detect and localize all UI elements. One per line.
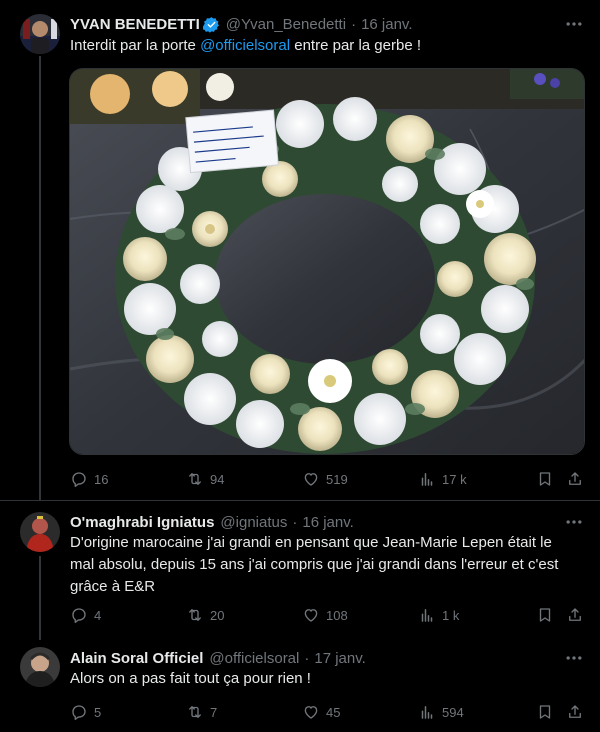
reply-count: 4 bbox=[94, 607, 102, 623]
tweet-reply[interactable]: O'maghrabi Igniatus @igniatus · 16 janv.… bbox=[0, 500, 600, 640]
tweet-main[interactable]: YVAN BENEDETTI @Yvan_Benedetti · 16 janv… bbox=[0, 0, 600, 500]
tweet-actions: 5 7 45 594 bbox=[70, 702, 590, 722]
views-count: 17 k bbox=[442, 471, 467, 487]
more-icon[interactable] bbox=[564, 14, 584, 34]
like-count: 45 bbox=[326, 704, 341, 720]
repost-icon bbox=[186, 703, 204, 721]
avatar[interactable] bbox=[20, 512, 60, 552]
wreath-card bbox=[185, 109, 279, 174]
tweet-header: O'maghrabi Igniatus @igniatus · 16 janv. bbox=[70, 512, 354, 532]
tweet-date[interactable]: 16 janv. bbox=[302, 514, 353, 531]
share-icon bbox=[566, 606, 584, 624]
author-name[interactable]: O'maghrabi Igniatus bbox=[70, 514, 214, 531]
author-name[interactable]: Alain Soral Officiel bbox=[70, 650, 203, 667]
like-count: 108 bbox=[326, 607, 348, 623]
separator-dot: · bbox=[304, 649, 310, 667]
bookmark-button[interactable] bbox=[536, 469, 554, 489]
reply-count: 5 bbox=[94, 704, 102, 720]
reply-icon bbox=[70, 703, 88, 721]
separator-dot: · bbox=[292, 513, 298, 531]
tweet-date[interactable]: 16 janv. bbox=[361, 16, 412, 33]
tweet-photo[interactable] bbox=[69, 68, 585, 455]
reply-button[interactable]: 16 bbox=[70, 469, 108, 489]
wreath-photo bbox=[70, 69, 584, 454]
views-icon bbox=[418, 606, 436, 624]
repost-icon bbox=[186, 470, 204, 488]
reply-button[interactable]: 5 bbox=[70, 702, 101, 722]
verified-icon bbox=[202, 16, 219, 33]
repost-button[interactable]: 20 bbox=[186, 605, 224, 625]
tweet-text: Interdit par la porte @officielsoral ent… bbox=[70, 35, 575, 57]
share-button[interactable] bbox=[566, 702, 584, 722]
avatar[interactable] bbox=[20, 647, 60, 687]
thread-connector-line bbox=[39, 56, 41, 500]
like-icon bbox=[302, 703, 320, 721]
tweet-text: D'origine marocaine j'ai grandi en pensa… bbox=[70, 534, 559, 595]
repost-button[interactable]: 94 bbox=[186, 469, 224, 489]
bookmark-icon bbox=[536, 606, 554, 624]
tweet-actions: 16 94 519 17 k bbox=[70, 469, 590, 489]
tweet-text-part: Interdit par la porte bbox=[70, 37, 201, 54]
like-icon bbox=[302, 606, 320, 624]
like-button[interactable]: 519 bbox=[302, 469, 348, 489]
repost-count: 7 bbox=[210, 704, 218, 720]
author-handle[interactable]: @Yvan_Benedetti bbox=[226, 16, 346, 33]
like-button[interactable]: 45 bbox=[302, 702, 340, 722]
tweet-actions: 4 20 108 1 k bbox=[70, 605, 590, 625]
thread-connector-line bbox=[39, 556, 41, 640]
tweet-text: Alors on a pas fait tout ça pour rien ! bbox=[70, 670, 311, 687]
repost-count: 94 bbox=[210, 471, 225, 487]
bookmark-icon bbox=[536, 703, 554, 721]
repost-count: 20 bbox=[210, 607, 225, 623]
views-icon bbox=[418, 703, 436, 721]
mention-link[interactable]: @officielsoral bbox=[200, 37, 290, 54]
views-count: 1 k bbox=[442, 607, 460, 623]
tweet-date[interactable]: 17 janv. bbox=[314, 650, 365, 667]
share-icon bbox=[566, 703, 584, 721]
views-count: 594 bbox=[442, 704, 464, 720]
reply-button[interactable]: 4 bbox=[70, 605, 101, 625]
bookmark-button[interactable] bbox=[536, 605, 554, 625]
reply-icon bbox=[70, 470, 88, 488]
views-button[interactable]: 17 k bbox=[418, 469, 467, 489]
author-handle[interactable]: @officielsoral bbox=[209, 650, 299, 667]
share-button[interactable] bbox=[566, 605, 584, 625]
repost-icon bbox=[186, 606, 204, 624]
bookmark-button[interactable] bbox=[536, 702, 554, 722]
like-icon bbox=[302, 470, 320, 488]
tweet-header: YVAN BENEDETTI @Yvan_Benedetti · 16 janv… bbox=[70, 14, 413, 34]
views-button[interactable]: 594 bbox=[418, 702, 464, 722]
author-name[interactable]: YVAN BENEDETTI bbox=[70, 16, 200, 33]
tweet-reply[interactable]: Alain Soral Officiel @officielsoral · 17… bbox=[0, 640, 600, 732]
like-count: 519 bbox=[326, 471, 348, 487]
reply-icon bbox=[70, 606, 88, 624]
more-icon[interactable] bbox=[564, 648, 584, 668]
reply-count: 16 bbox=[94, 471, 109, 487]
views-button[interactable]: 1 k bbox=[418, 605, 459, 625]
more-icon[interactable] bbox=[564, 512, 584, 532]
tweet-text-part: entre par la gerbe ! bbox=[290, 37, 421, 54]
bookmark-icon bbox=[536, 470, 554, 488]
views-icon bbox=[418, 470, 436, 488]
like-button[interactable]: 108 bbox=[302, 605, 348, 625]
thread: YVAN BENEDETTI @Yvan_Benedetti · 16 janv… bbox=[0, 0, 600, 732]
author-handle[interactable]: @igniatus bbox=[220, 514, 287, 531]
avatar[interactable] bbox=[20, 14, 60, 54]
share-icon bbox=[566, 470, 584, 488]
share-button[interactable] bbox=[566, 469, 584, 489]
tweet-header: Alain Soral Officiel @officielsoral · 17… bbox=[70, 648, 366, 668]
separator-dot: · bbox=[351, 15, 357, 33]
repost-button[interactable]: 7 bbox=[186, 702, 217, 722]
